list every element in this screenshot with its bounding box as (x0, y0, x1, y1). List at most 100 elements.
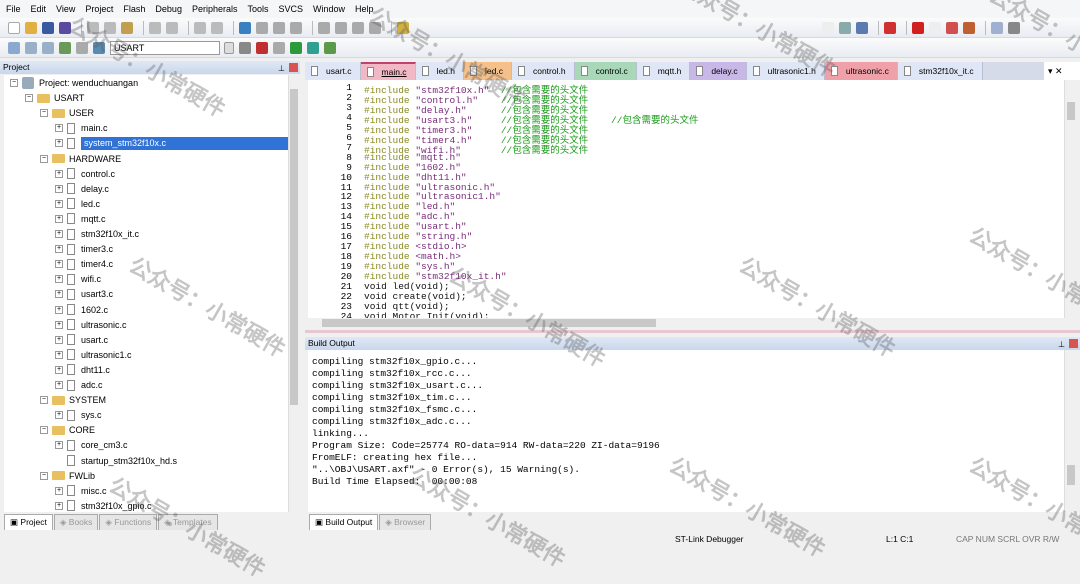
tree-item[interactable]: + main.c (55, 121, 108, 135)
tree-item[interactable]: + system_stm32f10x.c (55, 136, 288, 150)
editor-tab-delay-c[interactable]: delay.c (690, 62, 747, 80)
tab-browser[interactable]: ◈ Browser (379, 514, 432, 530)
collapse-icon[interactable]: − (40, 109, 48, 118)
tree-item[interactable]: + usart3.c (55, 287, 113, 301)
debug-config-icon[interactable] (963, 21, 975, 34)
tree-item[interactable]: + usart.c (55, 333, 108, 347)
editor-tab-mqtt-h[interactable]: mqtt.h (636, 62, 691, 80)
settings-icon[interactable] (1008, 21, 1020, 34)
collapse-icon[interactable]: − (40, 396, 48, 405)
tree-item[interactable]: − USER (40, 106, 94, 120)
tree-item[interactable]: + delay.c (55, 182, 109, 196)
expand-icon[interactable]: + (55, 305, 63, 314)
find-in-files-icon[interactable] (397, 21, 409, 34)
menu-flash[interactable]: Flash (123, 4, 145, 14)
kill-breakpoints-icon[interactable] (946, 21, 958, 34)
tree-item[interactable]: + ultrasonic1.c (55, 348, 132, 362)
prev-bookmark-icon[interactable] (256, 21, 268, 34)
collapse-icon[interactable]: − (25, 94, 33, 103)
expand-icon[interactable]: + (55, 441, 63, 450)
collapse-icon[interactable]: − (40, 471, 48, 480)
menu-help[interactable]: Help (355, 4, 374, 14)
tree-item[interactable]: − USART (25, 91, 84, 105)
expand-icon[interactable]: + (55, 214, 63, 223)
pack-installer-icon[interactable] (307, 41, 319, 54)
expand-icon[interactable]: + (55, 230, 63, 238)
expand-icon[interactable]: + (55, 260, 63, 269)
tree-item[interactable]: − CORE (40, 423, 95, 437)
tree-item[interactable]: + stm32f10x_gpio.c (55, 499, 152, 512)
menu-svcs[interactable]: SVCS (279, 4, 304, 14)
editor-tab-led-h[interactable]: led.h (415, 62, 464, 80)
tab-project[interactable]: ▣ Project (4, 514, 53, 530)
tree-item[interactable]: +1602.c (55, 303, 108, 317)
tree-item[interactable]: − HARDWARE (40, 152, 121, 166)
collapse-icon[interactable]: − (10, 79, 18, 87)
editor-tab-led-c[interactable]: led.c (464, 62, 512, 80)
editor-tab-stm32f10x-it-c[interactable]: stm32f10x_it.c (897, 62, 983, 80)
chevron-down-icon[interactable] (224, 41, 234, 54)
menu-view[interactable]: View (56, 4, 75, 14)
stop-build-icon[interactable] (76, 41, 88, 54)
tree-item[interactable]: + misc.c (55, 484, 107, 498)
disable-breakpoint-icon[interactable] (929, 21, 941, 34)
menu-file[interactable]: File (6, 4, 21, 14)
incremental-find-icon[interactable] (839, 21, 851, 34)
bookmark-icon[interactable] (239, 21, 251, 34)
tree-item[interactable]: − FWLib (40, 469, 95, 483)
editor-tab-control-c[interactable]: control.c (574, 62, 637, 80)
clear-bookmarks-icon[interactable] (290, 21, 302, 34)
close-icon[interactable] (1069, 339, 1078, 348)
tab-list-icon[interactable]: ▾ (1048, 66, 1053, 76)
copy-icon[interactable] (104, 21, 116, 34)
expand-icon[interactable]: + (55, 169, 63, 178)
expand-icon[interactable]: + (55, 486, 63, 495)
tree-item[interactable]: + mqtt.c (55, 212, 106, 226)
close-icon[interactable] (289, 63, 298, 72)
menu-debug[interactable]: Debug (155, 4, 182, 14)
menu-edit[interactable]: Edit (31, 4, 47, 14)
tree-item[interactable]: + stm32f10x_it.c (55, 227, 139, 241)
expand-icon[interactable]: + (55, 411, 63, 420)
paste-icon[interactable] (121, 21, 133, 34)
debug-session-icon[interactable] (856, 21, 868, 34)
tree-item[interactable]: − Project: wenduchuangan (10, 76, 138, 90)
undo-icon[interactable] (149, 21, 161, 34)
tree-item[interactable]: + led.c (55, 197, 100, 211)
expand-icon[interactable]: + (55, 335, 63, 344)
next-bookmark-icon[interactable] (273, 21, 285, 34)
menu-project[interactable]: Project (85, 4, 113, 14)
expand-icon[interactable]: + (55, 124, 63, 133)
expand-icon[interactable]: + (55, 245, 63, 254)
tree-item[interactable]: + dht11.c (55, 363, 110, 377)
comment-icon[interactable] (352, 21, 364, 34)
editor-tab-control-h[interactable]: control.h (511, 62, 575, 80)
menu-window[interactable]: Window (313, 4, 345, 14)
expand-icon[interactable]: + (55, 139, 63, 148)
new-file-icon[interactable] (8, 21, 20, 34)
redo-icon[interactable] (166, 21, 178, 34)
pin-icon[interactable]: ⊥ (278, 62, 285, 75)
editor-tab-main-c[interactable]: main.c (360, 62, 416, 80)
editor-tab-ultrasonic1-h[interactable]: ultrasonic1.h (746, 62, 825, 80)
expand-icon[interactable]: + (55, 365, 63, 374)
tree-item[interactable]: + sys.c (55, 408, 102, 422)
expand-icon[interactable]: + (55, 184, 63, 193)
tree-item[interactable]: + control.c (55, 167, 115, 181)
close-icon[interactable]: ✕ (1055, 66, 1063, 76)
target-options-icon[interactable] (239, 41, 251, 54)
manage-rte-icon[interactable] (290, 41, 302, 54)
start-debug-icon[interactable] (884, 21, 896, 34)
build-output-scrollbar[interactable] (1064, 350, 1076, 512)
dropdown-icon[interactable] (822, 21, 834, 34)
tab-functions[interactable]: ◈ Functions (99, 514, 158, 530)
manage-components-icon[interactable] (256, 41, 268, 54)
open-icon[interactable] (25, 21, 37, 34)
books-icon[interactable] (324, 41, 336, 54)
editor-tab-usart-c[interactable]: usart.c (305, 62, 361, 80)
tree-item[interactable]: + timer4.c (55, 257, 113, 271)
tree-item[interactable]: − SYSTEM (40, 393, 106, 407)
tab-templates[interactable]: ◈ Templates (158, 514, 218, 530)
editor-hscrollbar[interactable] (308, 318, 1064, 328)
translate-icon[interactable] (8, 41, 20, 54)
